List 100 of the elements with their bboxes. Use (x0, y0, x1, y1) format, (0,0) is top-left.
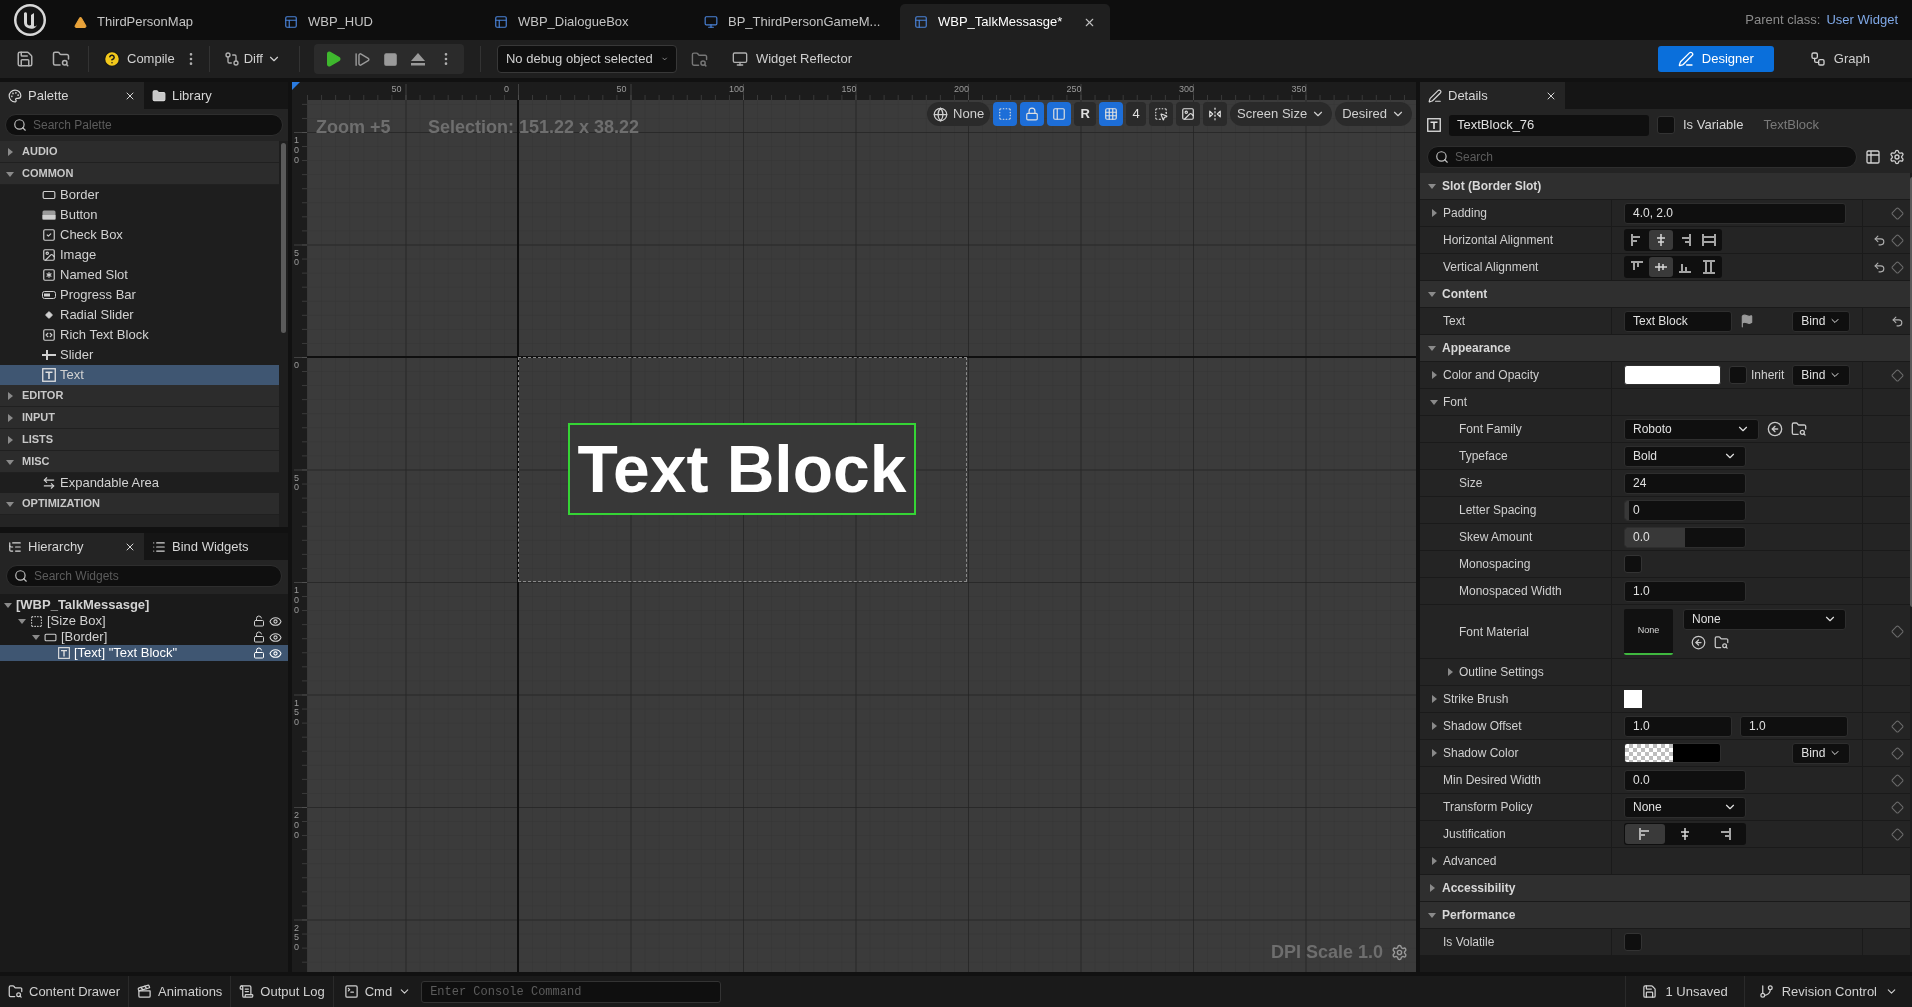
collapse-arrow-icon[interactable] (6, 499, 14, 508)
asset-dropdown[interactable]: None (1683, 608, 1846, 630)
expand-arrow-icon[interactable] (1446, 668, 1454, 676)
cmd-dropdown[interactable]: Cmd (333, 976, 422, 1007)
category-header[interactable]: INPUT (0, 407, 279, 429)
keyframe-icon[interactable] (1891, 800, 1905, 814)
eject-icon[interactable] (409, 52, 426, 66)
flip-toggle[interactable] (1203, 102, 1228, 126)
panel-tab[interactable]: Hierarchy (0, 533, 144, 560)
expand-arrow-icon[interactable] (6, 147, 14, 156)
palette-item[interactable]: Image (0, 245, 279, 265)
value-field[interactable]: 0.0 (1624, 769, 1746, 791)
reset-icon[interactable] (1891, 314, 1905, 328)
panel-tab[interactable]: Palette (0, 82, 144, 109)
expand-arrow-icon[interactable] (6, 391, 14, 400)
palette-item[interactable]: Named Slot (0, 265, 279, 285)
unlock-icon[interactable] (253, 647, 265, 659)
image-toggle[interactable] (1176, 102, 1201, 126)
canvas-dropdown[interactable]: Screen Size (1230, 102, 1333, 126)
number-slider-field[interactable]: 0 (1624, 499, 1746, 521)
bind-dropdown[interactable]: Bind (1792, 364, 1851, 386)
checkbox[interactable] (1657, 116, 1675, 134)
color-swatch[interactable] (1624, 365, 1721, 385)
palette-item[interactable]: Rich Text Block (0, 325, 279, 345)
status-bar-button[interactable]: Output Log (231, 976, 334, 1007)
value-field[interactable]: 24 (1624, 472, 1746, 494)
section-header[interactable]: Performance (1420, 902, 1911, 929)
bind-dropdown[interactable]: Bind (1792, 742, 1851, 764)
mode-button[interactable]: Graph (1789, 46, 1890, 72)
grid-size-button[interactable]: 4 (1126, 102, 1147, 126)
scrollbar[interactable] (281, 143, 286, 333)
collapse-arrow-icon[interactable] (32, 633, 40, 641)
dropdown[interactable]: None (1624, 796, 1746, 818)
console-input[interactable]: Enter Console Command (421, 980, 722, 1003)
tree-row[interactable]: [Size Box] (0, 613, 288, 629)
widget-name-field[interactable]: TextBlock_76 (1449, 114, 1649, 136)
respect-locks-toggle[interactable]: R (1074, 102, 1097, 126)
category-header[interactable]: EDITOR (0, 385, 279, 407)
use-selected-icon[interactable] (1691, 634, 1706, 650)
document-tab[interactable]: WBP_DialogueBox (480, 4, 690, 40)
text-block-widget[interactable]: Text Block (568, 423, 916, 515)
category-header[interactable]: COMMON (0, 163, 279, 185)
document-tab[interactable]: BP_ThirdPersonGameM... (690, 4, 900, 40)
compile-button[interactable]: Compile (99, 45, 179, 73)
checkbox[interactable] (1729, 366, 1747, 384)
use-selected-icon[interactable] (1767, 421, 1783, 437)
expand-arrow-icon[interactable] (1430, 209, 1438, 217)
collapse-arrow-icon[interactable] (1428, 344, 1436, 352)
reset-icon[interactable] (1873, 260, 1887, 274)
collapse-arrow-icon[interactable] (18, 617, 26, 625)
palette-item[interactable]: Check Box (0, 225, 279, 245)
eye-icon[interactable] (269, 614, 282, 628)
checkbox[interactable] (1624, 933, 1642, 951)
color-swatch[interactable] (1624, 743, 1721, 763)
keyframe-icon[interactable] (1891, 260, 1905, 274)
settings-icon[interactable] (1391, 944, 1408, 961)
table-view-icon[interactable] (1865, 149, 1881, 165)
unlock-icon[interactable] (253, 615, 265, 627)
settings-icon[interactable] (1889, 149, 1905, 165)
status-bar-button[interactable]: Content Drawer (0, 976, 130, 1007)
number-slider-field[interactable]: 0.0 (1624, 526, 1746, 548)
category-header[interactable]: MISC (0, 451, 279, 473)
palette-item[interactable]: Expandable Area (0, 473, 279, 493)
canvas-dropdown[interactable]: Desired (1335, 102, 1412, 126)
save-icon[interactable] (16, 50, 34, 68)
section-header[interactable]: Appearance (1420, 335, 1911, 362)
keyframe-icon[interactable] (1891, 206, 1905, 220)
collapse-arrow-icon[interactable] (6, 457, 14, 466)
category-header[interactable]: AUDIO (0, 141, 279, 163)
category-header[interactable]: LISTS (0, 429, 279, 451)
expand-arrow-icon[interactable] (1430, 857, 1438, 865)
reset-icon[interactable] (1873, 233, 1887, 247)
collapse-arrow-icon[interactable] (4, 601, 12, 609)
document-tab[interactable]: ThirdPersonMap (60, 4, 270, 40)
browse-icon[interactable] (52, 50, 70, 68)
value-field[interactable]: 1.0 (1624, 715, 1732, 737)
expand-arrow-icon[interactable] (1428, 884, 1436, 892)
pointer-toggle[interactable] (1149, 102, 1174, 126)
palette-item[interactable]: Progress Bar (0, 285, 279, 305)
grid-toggle[interactable] (1099, 102, 1124, 126)
checkbox[interactable] (1624, 555, 1642, 573)
tree-row[interactable]: [Text] "Text Block" (0, 645, 288, 661)
keyframe-icon[interactable] (1891, 746, 1905, 760)
dropdown[interactable]: Bold (1624, 445, 1746, 467)
parent-class-link[interactable]: User Widget (1826, 10, 1898, 30)
category-header[interactable]: OPTIMIZATION (0, 493, 279, 515)
alignment-option[interactable] (1625, 824, 1665, 844)
tree-row[interactable]: [WBP_TalkMessasge] (0, 597, 288, 613)
palette-item[interactable]: Slider (0, 345, 279, 365)
section-header[interactable]: Accessibility (1420, 875, 1911, 902)
keyframe-icon[interactable] (1891, 719, 1905, 733)
expand-arrow-icon[interactable] (6, 413, 14, 422)
eye-icon[interactable] (269, 646, 282, 660)
tree-row[interactable]: [Border] (0, 629, 288, 645)
collapse-arrow-icon[interactable] (6, 169, 14, 178)
bind-dropdown[interactable]: Bind (1792, 310, 1851, 332)
expand-arrow-icon[interactable] (1430, 371, 1438, 379)
keyframe-icon[interactable] (1891, 625, 1905, 638)
palette-item[interactable]: Button (0, 205, 279, 225)
eye-icon[interactable] (269, 630, 282, 644)
